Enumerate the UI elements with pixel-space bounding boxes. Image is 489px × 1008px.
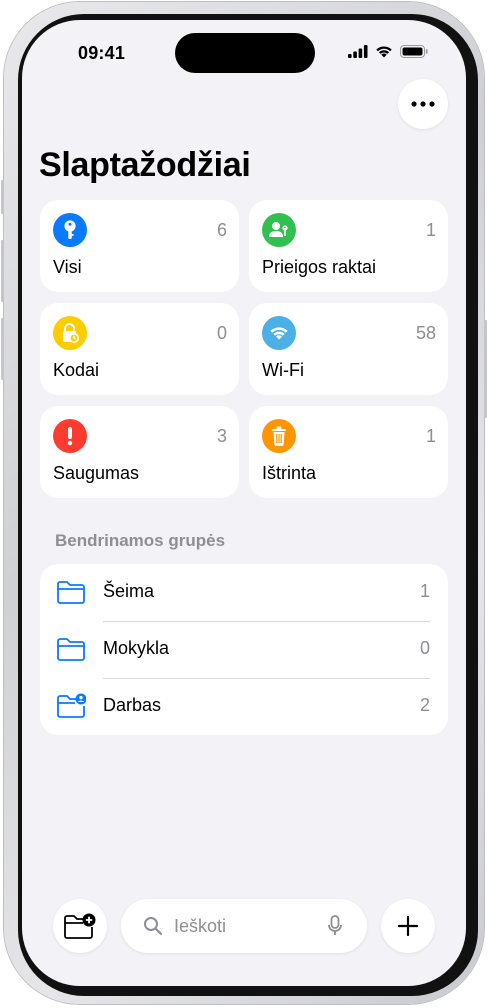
cellular-signal-icon xyxy=(348,45,368,58)
ellipsis-icon xyxy=(411,101,435,107)
lock-clock-icon xyxy=(53,316,87,350)
status-time: 09:41 xyxy=(78,43,126,63)
person-badge-key-icon xyxy=(262,213,296,247)
page-title: Slaptažodžiai xyxy=(39,146,251,184)
volume-down-button xyxy=(1,318,4,380)
group-row-mokykla[interactable]: Mokykla 0 xyxy=(40,621,448,678)
key-icon xyxy=(53,213,87,247)
category-tile-deleted[interactable]: 1 Ištrinta xyxy=(249,406,448,498)
category-count: 1 xyxy=(425,220,436,240)
category-tile-security[interactable]: 3 Saugumas xyxy=(40,406,239,498)
folder-person-icon xyxy=(57,693,86,718)
group-row-seima[interactable]: Šeima 1 xyxy=(40,564,448,621)
category-tile-codes[interactable]: 0 Kodai xyxy=(40,303,239,395)
search-icon xyxy=(144,917,163,936)
more-button[interactable] xyxy=(398,79,448,129)
wifi-status-icon xyxy=(376,46,392,58)
group-label: Darbas xyxy=(103,695,162,715)
status-icons xyxy=(348,45,428,58)
group-count: 1 xyxy=(419,581,430,601)
side-button xyxy=(484,320,487,418)
category-label: Wi-Fi xyxy=(262,360,304,380)
category-label: Ištrinta xyxy=(262,463,317,483)
group-row-darbas[interactable]: Darbas 2 xyxy=(40,678,448,735)
category-label: Kodai xyxy=(53,360,100,380)
new-group-button[interactable] xyxy=(53,899,107,953)
category-tile-all[interactable]: 6 Visi xyxy=(40,200,239,292)
category-count: 3 xyxy=(216,426,227,446)
category-tile-passkeys[interactable]: 1 Prieigos raktai xyxy=(249,200,448,292)
group-label: Šeima xyxy=(103,581,155,601)
group-count: 2 xyxy=(419,695,430,715)
exclamation-icon xyxy=(53,419,87,453)
category-label: Prieigos raktai xyxy=(262,257,377,277)
category-label: Saugumas xyxy=(53,463,140,483)
screen: 09:41 Slaptažodžiai 6 Visi 1 Prieigos ra… xyxy=(22,20,466,986)
microphone-icon[interactable] xyxy=(327,915,343,937)
search-placeholder: Ieškoti xyxy=(174,916,227,936)
category-count: 1 xyxy=(425,426,436,446)
section-title: Bendrinamos grupės xyxy=(55,531,226,550)
battery-icon xyxy=(400,45,428,58)
category-count: 0 xyxy=(216,323,227,343)
search-field[interactable]: Ieškoti xyxy=(121,899,367,953)
group-label: Mokykla xyxy=(103,638,170,658)
folder-icon xyxy=(57,581,85,604)
trash-icon xyxy=(262,419,296,453)
category-tile-wifi[interactable]: 58 Wi-Fi xyxy=(249,303,448,395)
folder-icon xyxy=(57,638,85,661)
group-count: 0 xyxy=(419,638,430,658)
category-count: 6 xyxy=(216,220,227,240)
category-label: Visi xyxy=(53,257,82,277)
dynamic-island xyxy=(175,33,315,73)
folder-plus-icon xyxy=(64,913,96,939)
add-button[interactable] xyxy=(381,899,435,953)
category-count: 58 xyxy=(415,323,436,343)
volume-up-button xyxy=(1,240,4,302)
shared-groups-list: Šeima 1 Mokykla 0 Darbas 2 xyxy=(40,564,448,735)
wifi-icon xyxy=(262,316,296,350)
action-button xyxy=(1,180,4,214)
plus-icon xyxy=(397,915,419,937)
